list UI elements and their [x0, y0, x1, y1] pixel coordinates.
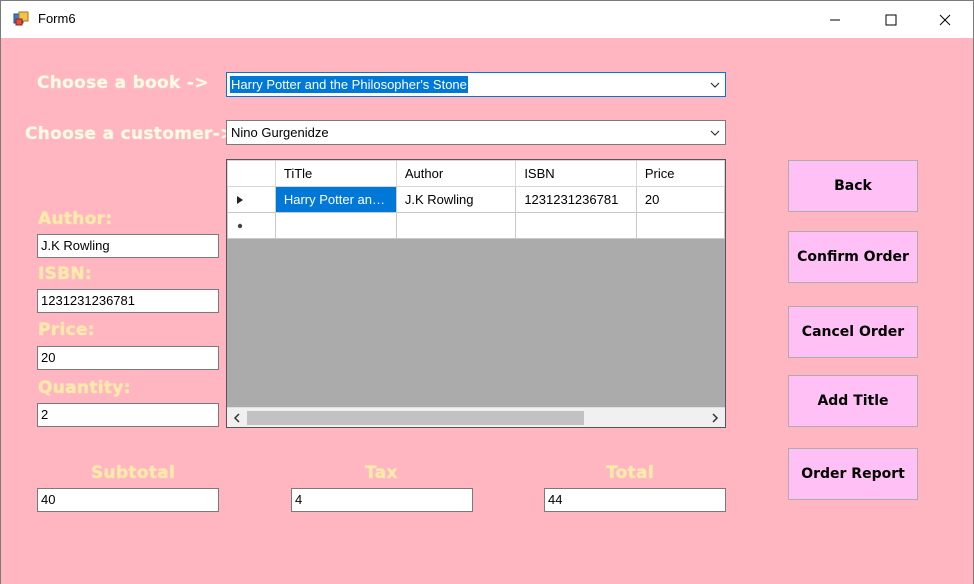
new-cell-price[interactable]	[635, 212, 725, 239]
books-data-grid[interactable]: TiTle Author ISBN Price Harry Potter and…	[226, 159, 726, 428]
form-body: Choose a book -> Harry Potter and the Ph…	[1, 38, 973, 584]
quantity-label: Quantity:	[38, 378, 131, 398]
choose-book-label: Choose a book ->	[37, 73, 209, 93]
new-cell-isbn[interactable]	[515, 212, 637, 239]
customer-combobox[interactable]: Nino Gurgenidze	[226, 120, 726, 145]
cell-isbn[interactable]: 1231231236781	[515, 186, 637, 213]
subtotal-field[interactable]: 40	[37, 488, 219, 512]
column-header-author[interactable]: Author	[395, 160, 517, 187]
new-row[interactable]	[227, 212, 725, 239]
scrollbar-thumb[interactable]	[247, 411, 584, 425]
scroll-left-icon[interactable]	[231, 412, 243, 424]
grid-table: TiTle Author ISBN Price Harry Potter and…	[227, 160, 725, 239]
form6-window: Form6 Choose a book -> Harry Potter and …	[0, 0, 974, 584]
scroll-right-icon[interactable]	[709, 412, 721, 424]
cancel-order-button[interactable]: Cancel Order	[788, 306, 918, 358]
isbn-label: ISBN:	[38, 264, 93, 284]
book-selected-value: Harry Potter and the Philosopher's Stone	[230, 76, 468, 93]
new-cell-title[interactable]	[274, 212, 397, 239]
customer-selected-value: Nino Gurgenidze	[231, 125, 329, 140]
tax-label: Tax	[365, 463, 398, 483]
price-label: Price:	[38, 320, 95, 340]
column-header-title[interactable]: TiTle	[274, 160, 397, 187]
price-field[interactable]: 20	[37, 346, 219, 370]
table-row[interactable]: Harry Potter and t... J.K Rowling 123123…	[227, 186, 725, 213]
back-button[interactable]: Back	[788, 160, 918, 212]
grid-corner-header[interactable]	[227, 160, 276, 187]
add-title-button[interactable]: Add Title	[788, 375, 918, 427]
total-label: Total	[606, 463, 654, 483]
column-header-isbn[interactable]: ISBN	[515, 160, 637, 187]
author-field[interactable]: J.K Rowling	[37, 234, 219, 258]
new-row-header[interactable]	[227, 212, 276, 239]
title-bar[interactable]: Form6	[1, 1, 973, 38]
order-report-button[interactable]: Order Report	[788, 448, 918, 500]
maximize-icon	[885, 14, 897, 25]
new-cell-author[interactable]	[395, 212, 517, 239]
cell-price[interactable]: 20	[635, 186, 725, 213]
chevron-down-icon	[710, 130, 720, 136]
choose-customer-label: Choose a customer->	[25, 124, 235, 144]
close-icon	[939, 14, 951, 25]
chevron-down-icon	[710, 82, 720, 88]
current-row-arrow-icon	[237, 196, 243, 204]
grid-header-row: TiTle Author ISBN Price	[227, 160, 725, 187]
window-title: Form6	[38, 11, 76, 26]
isbn-field[interactable]: 1231231236781	[37, 289, 219, 313]
cell-author[interactable]: J.K Rowling	[395, 186, 517, 213]
tax-field[interactable]: 4	[291, 488, 473, 512]
close-button[interactable]	[917, 1, 973, 38]
minimize-icon	[830, 19, 840, 20]
confirm-order-button[interactable]: Confirm Order	[788, 231, 918, 283]
total-field[interactable]: 44	[544, 488, 726, 512]
minimize-button[interactable]	[807, 1, 863, 38]
cell-title[interactable]: Harry Potter and t...	[274, 186, 397, 213]
form-icon	[13, 11, 29, 26]
book-combobox[interactable]: Harry Potter and the Philosopher's Stone	[226, 72, 726, 97]
quantity-field[interactable]: 2	[37, 403, 219, 427]
horizontal-scrollbar[interactable]	[227, 407, 725, 427]
column-header-price[interactable]: Price	[635, 160, 725, 187]
author-label: Author:	[38, 209, 113, 229]
maximize-button[interactable]	[863, 1, 919, 38]
subtotal-label: Subtotal	[91, 463, 176, 483]
new-row-asterisk-icon	[237, 223, 243, 229]
row-header[interactable]	[227, 186, 276, 213]
